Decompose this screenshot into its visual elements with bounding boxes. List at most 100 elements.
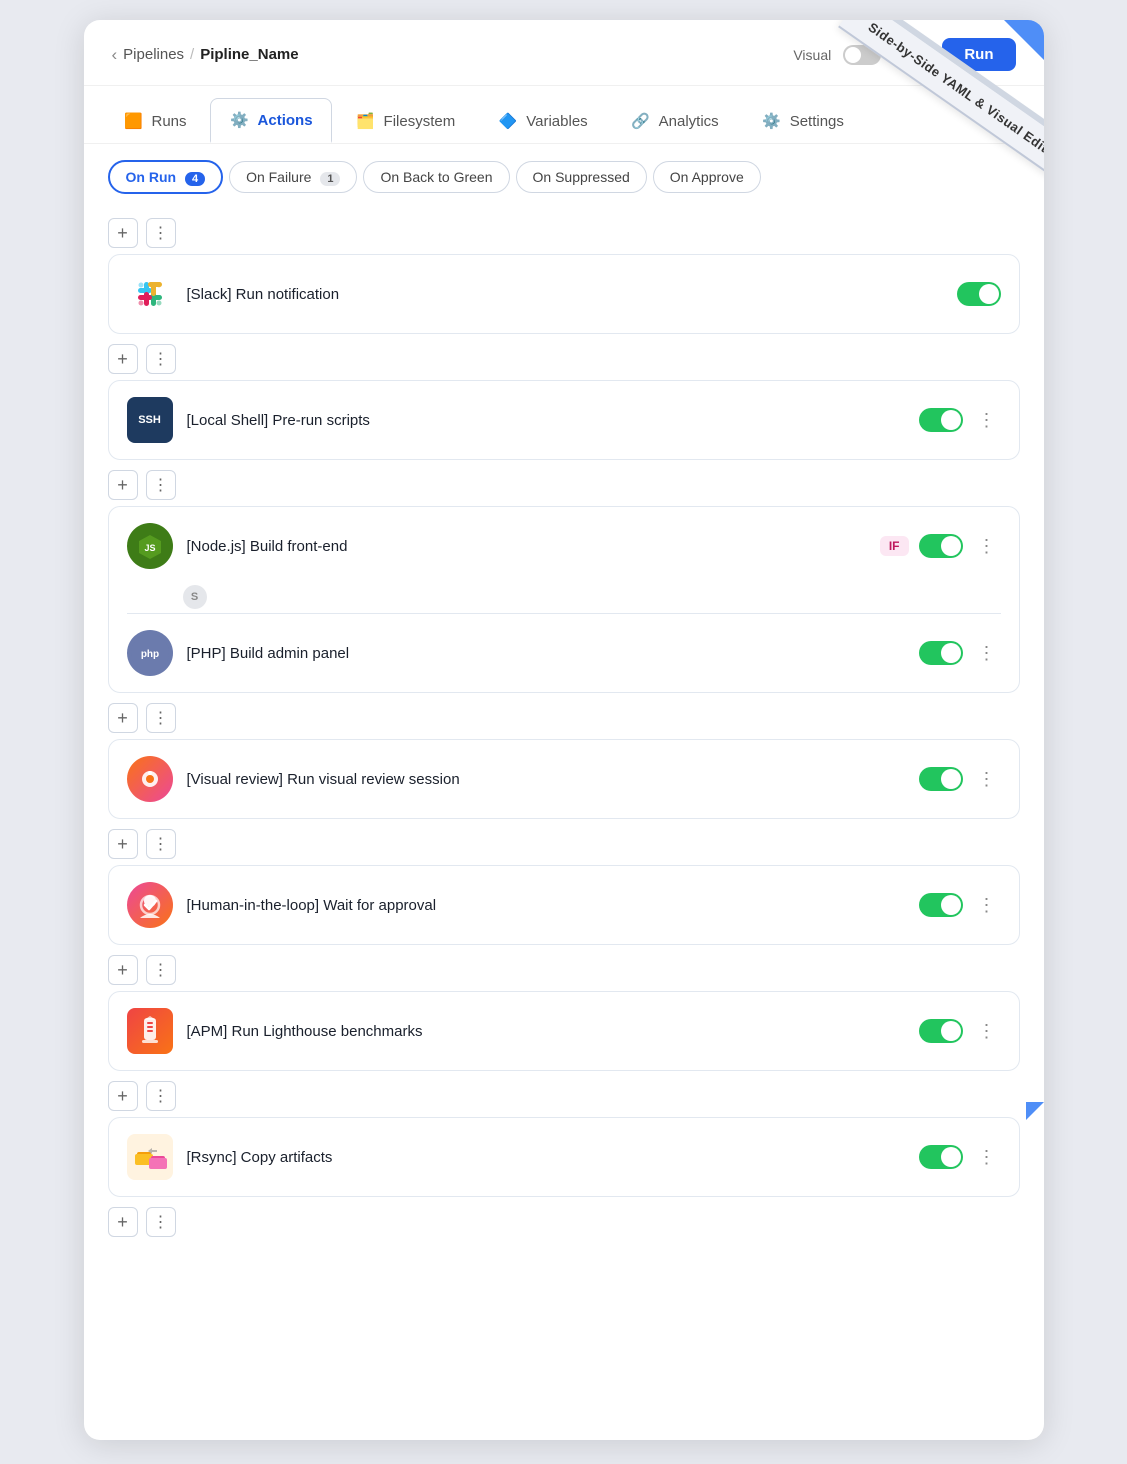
- dots-button-4[interactable]: ⋮: [146, 829, 176, 859]
- nodejs-controls: IF ⋮: [880, 532, 1001, 560]
- corner-tab: [1004, 20, 1044, 60]
- dots-button-1[interactable]: ⋮: [146, 344, 176, 374]
- svg-text:php: php: [140, 649, 158, 660]
- pipeline-name: Pipline_Name: [200, 46, 298, 63]
- nav-tabs: 🟧 Runs ⚙️ Actions 🗂️ Filesystem 🔷 Variab…: [84, 86, 1044, 144]
- action-card-human-loop: [Human-in-the-loop] Wait for approval ⋮: [108, 865, 1020, 945]
- dots-button-0[interactable]: ⋮: [146, 218, 176, 248]
- add-row-1: + ⋮: [108, 344, 1020, 374]
- action-card-local-shell: SSH [Local Shell] Pre-run scripts ⋮: [108, 380, 1020, 460]
- header: ‹ Pipelines / Pipline_Name Visual YAML R…: [84, 20, 1044, 86]
- main-content: + ⋮: [84, 194, 1044, 1267]
- visual-review-more[interactable]: ⋮: [973, 765, 1001, 793]
- variables-icon: 🔷: [497, 110, 519, 132]
- dots-button-3[interactable]: ⋮: [146, 703, 176, 733]
- dots-button-2[interactable]: ⋮: [146, 470, 176, 500]
- rsync-icon: [127, 1134, 173, 1180]
- breadcrumb: ‹ Pipelines / Pipline_Name: [112, 45, 299, 65]
- s-badge: S: [183, 585, 207, 609]
- back-button[interactable]: ‹: [112, 45, 118, 65]
- visual-review-controls: ⋮: [919, 765, 1001, 793]
- action-card-local-shell-row: SSH [Local Shell] Pre-run scripts ⋮: [109, 381, 1019, 459]
- action-tab-on-failure[interactable]: On Failure 1: [229, 161, 357, 193]
- nodejs-toggle[interactable]: [919, 534, 963, 558]
- add-button-1[interactable]: +: [108, 344, 138, 374]
- tab-actions[interactable]: ⚙️ Actions: [210, 98, 332, 143]
- human-loop-label: [Human-in-the-loop] Wait for approval: [187, 897, 905, 914]
- action-tab-on-approve[interactable]: On Approve: [653, 161, 761, 193]
- if-badge: IF: [880, 536, 909, 556]
- runs-icon: 🟧: [123, 110, 145, 132]
- breadcrumb-separator: /: [190, 46, 194, 63]
- dots-button-6[interactable]: ⋮: [146, 1081, 176, 1111]
- ssh-icon: SSH: [127, 397, 173, 443]
- add-row-3: + ⋮: [108, 703, 1020, 733]
- add-button-5[interactable]: +: [108, 955, 138, 985]
- action-card-nodejs-group: JS [Node.js] Build front-end IF ⋮ S: [108, 506, 1020, 693]
- add-button-6[interactable]: +: [108, 1081, 138, 1111]
- php-more[interactable]: ⋮: [973, 639, 1001, 667]
- local-shell-label: [Local Shell] Pre-run scripts: [187, 412, 905, 429]
- visual-review-toggle[interactable]: [919, 767, 963, 791]
- tab-analytics-label: Analytics: [659, 113, 719, 130]
- local-shell-toggle[interactable]: [919, 408, 963, 432]
- add-row-7: + ⋮: [108, 1207, 1020, 1237]
- pipelines-link[interactable]: Pipelines: [123, 46, 184, 63]
- php-controls: ⋮: [919, 639, 1001, 667]
- tab-variables[interactable]: 🔷 Variables: [478, 99, 606, 142]
- add-button-4[interactable]: +: [108, 829, 138, 859]
- add-row-0: + ⋮: [108, 218, 1020, 248]
- human-loop-icon: [127, 882, 173, 928]
- apm-toggle[interactable]: [919, 1019, 963, 1043]
- human-loop-toggle[interactable]: [919, 893, 963, 917]
- action-card-visual-review: [Visual review] Run visual review sessio…: [108, 739, 1020, 819]
- add-button-2[interactable]: +: [108, 470, 138, 500]
- apm-controls: ⋮: [919, 1017, 1001, 1045]
- rsync-toggle[interactable]: [919, 1145, 963, 1169]
- apm-icon: [127, 1008, 173, 1054]
- action-card-rsync-row: [Rsync] Copy artifacts ⋮: [109, 1118, 1019, 1196]
- action-card-slack-row: [Slack] Run notification: [109, 255, 1019, 333]
- add-button-0[interactable]: +: [108, 218, 138, 248]
- slack-controls: [957, 282, 1001, 306]
- header-right: Visual YAML Run: [793, 38, 1015, 71]
- nodejs-label: [Node.js] Build front-end: [187, 538, 866, 555]
- svg-text:JS: JS: [144, 543, 155, 553]
- human-loop-more[interactable]: ⋮: [973, 891, 1001, 919]
- dots-button-5[interactable]: ⋮: [146, 955, 176, 985]
- slack-toggle[interactable]: [957, 282, 1001, 306]
- slack-label: [Slack] Run notification: [187, 286, 943, 303]
- bottom-right-tab: [1026, 1102, 1044, 1120]
- action-card-apm-row: [APM] Run Lighthouse benchmarks ⋮: [109, 992, 1019, 1070]
- local-shell-more[interactable]: ⋮: [973, 406, 1001, 434]
- tab-filesystem[interactable]: 🗂️ Filesystem: [336, 99, 475, 142]
- app-container: Side-by-Side YAML & Visual Editor ‹ Pipe…: [84, 20, 1044, 1440]
- add-row-6: + ⋮: [108, 1081, 1020, 1111]
- apm-more[interactable]: ⋮: [973, 1017, 1001, 1045]
- action-tab-on-run[interactable]: On Run 4: [108, 160, 224, 194]
- action-card-slack: [Slack] Run notification: [108, 254, 1020, 334]
- actions-icon: ⚙️: [229, 109, 251, 131]
- visual-review-label: [Visual review] Run visual review sessio…: [187, 771, 905, 788]
- action-tab-on-back-to-green[interactable]: On Back to Green: [363, 161, 509, 193]
- rsync-controls: ⋮: [919, 1143, 1001, 1171]
- dots-button-7[interactable]: ⋮: [146, 1207, 176, 1237]
- add-button-7[interactable]: +: [108, 1207, 138, 1237]
- rsync-more[interactable]: ⋮: [973, 1143, 1001, 1171]
- action-card-visual-review-row: [Visual review] Run visual review sessio…: [109, 740, 1019, 818]
- php-label: [PHP] Build admin panel: [187, 645, 905, 662]
- tab-runs[interactable]: 🟧 Runs: [104, 99, 206, 142]
- slack-icon: [127, 271, 173, 317]
- tab-runs-label: Runs: [152, 113, 187, 130]
- action-tab-on-suppressed[interactable]: On Suppressed: [516, 161, 647, 193]
- visual-yaml-toggle[interactable]: [843, 45, 881, 65]
- rsync-label: [Rsync] Copy artifacts: [187, 1149, 905, 1166]
- tab-analytics[interactable]: 🔗 Analytics: [611, 99, 738, 142]
- yaml-label: YAML: [893, 47, 930, 63]
- visual-label: Visual: [793, 47, 831, 63]
- add-button-3[interactable]: +: [108, 703, 138, 733]
- nodejs-more[interactable]: ⋮: [973, 532, 1001, 560]
- php-toggle[interactable]: [919, 641, 963, 665]
- tab-settings[interactable]: ⚙️ Settings: [742, 99, 863, 142]
- settings-icon: ⚙️: [761, 110, 783, 132]
